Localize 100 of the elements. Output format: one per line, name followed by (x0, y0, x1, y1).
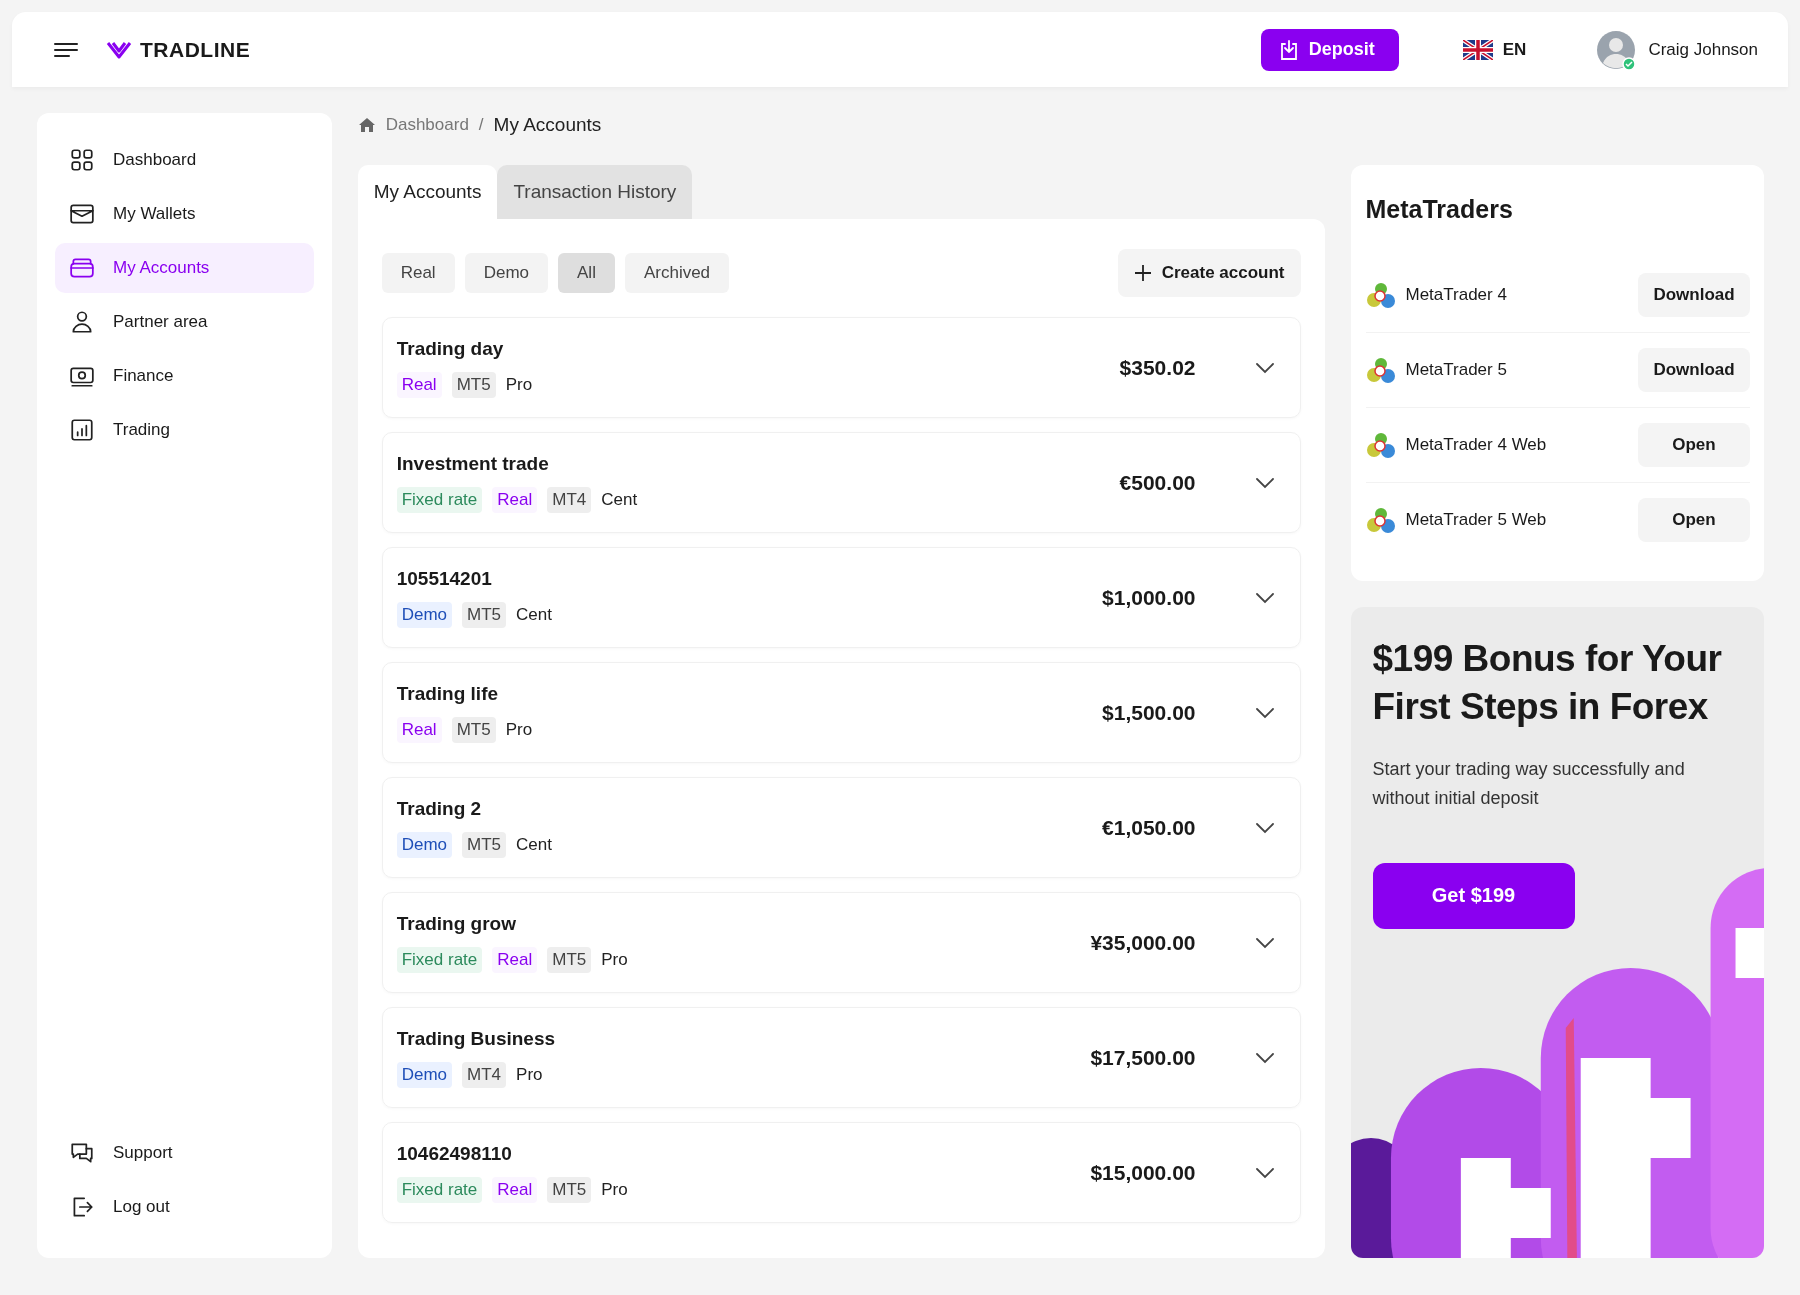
platform-name: MetaTrader 5 (1405, 360, 1507, 380)
wallet-icon (69, 201, 95, 227)
grid-icon (69, 147, 95, 173)
card-title: MetaTraders (1365, 195, 1514, 224)
avatar-icon[interactable] (1596, 29, 1637, 70)
filter-chip[interactable]: Archived (624, 253, 730, 293)
platform-name: MetaTrader 4 Web (1405, 435, 1547, 455)
menu-icon[interactable] (54, 41, 78, 58)
sidebar-item[interactable]: Trading (55, 405, 314, 455)
flag-icon[interactable] (1462, 39, 1493, 60)
mt-logo-icon (1365, 505, 1396, 535)
sidebar-item[interactable]: My Accounts (55, 243, 314, 293)
account-tag: Demo (396, 831, 453, 858)
platform-name: MetaTrader 4 (1405, 285, 1507, 305)
account-card[interactable]: Investment trade Fixed rate Real MT4 Cent €500.00 (381, 432, 1301, 533)
sidebar-item[interactable]: My Wallets (55, 189, 314, 239)
account-type: Pro (516, 1063, 543, 1086)
chat-icon (69, 1140, 95, 1166)
account-tag: MT5 (547, 946, 592, 973)
account-card[interactable]: Trading day Real MT5 Pro $350.02 (381, 317, 1301, 418)
logo-icon (106, 39, 132, 60)
account-name: Investment trade (396, 452, 550, 475)
breadcrumb-link[interactable]: Dashboard (385, 115, 469, 135)
download-icon (1278, 38, 1299, 61)
account-tag: Real (492, 486, 538, 513)
breadcrumb-separator: / (478, 115, 484, 135)
account-balance: €1,050.00 (1102, 815, 1196, 840)
account-tag: MT5 (462, 601, 507, 628)
promo-text: Start your trading way successfully and without initial deposit (1372, 758, 1686, 810)
filter-chip[interactable]: All (558, 253, 615, 293)
account-balance: $15,000.00 (1090, 1160, 1196, 1185)
account-tag: Real (396, 716, 442, 743)
platform-action-button[interactable]: Download (1638, 348, 1750, 392)
create-account-button[interactable]: Create account (1117, 249, 1301, 297)
account-balance: $350.02 (1119, 355, 1196, 380)
home-icon[interactable] (357, 116, 376, 134)
platform-action-button[interactable]: Download (1638, 273, 1750, 317)
account-card[interactable]: 10462498110 Fixed rate Real MT5 Pro $15,000.00 (381, 1122, 1301, 1223)
account-card[interactable]: Trading life Real MT5 Pro $1,500.00 (381, 662, 1301, 763)
account-type: Cent (601, 488, 638, 511)
account-name: 105514201 (396, 567, 493, 590)
account-tag: MT5 (451, 371, 496, 398)
bar-chart-icon (69, 417, 95, 443)
account-tag: Demo (396, 1061, 453, 1088)
account-name: Trading Business (396, 1027, 556, 1050)
get-bonus-button[interactable]: Get $199 (1372, 862, 1575, 929)
mt-logo-icon (1365, 280, 1396, 310)
breadcrumb-current: My Accounts (493, 114, 602, 136)
deposit-button[interactable]: Deposit (1260, 28, 1399, 71)
tab[interactable]: My Accounts (357, 165, 498, 219)
account-type: Pro (601, 948, 628, 971)
sidebar-item[interactable]: Finance (55, 351, 314, 401)
account-balance: $1,000.00 (1102, 585, 1196, 610)
mt-logo-icon (1365, 355, 1396, 385)
account-tag: MT4 (547, 486, 592, 513)
platform-name: MetaTrader 5 Web (1405, 510, 1547, 530)
account-tag: Demo (396, 601, 453, 628)
sidebar-item[interactable]: Dashboard (55, 135, 314, 185)
account-card[interactable]: Trading grow Fixed rate Real MT5 Pro ¥35,000.00 (381, 892, 1301, 993)
sidebar-item[interactable]: Log out (55, 1182, 314, 1232)
brand-name: TRADLINE (140, 37, 251, 62)
filter-chip[interactable]: Real (381, 253, 455, 293)
mt-logo-icon (1365, 430, 1396, 460)
language-label[interactable]: EN (1502, 39, 1527, 60)
user-name[interactable]: Craig Johnson (1648, 39, 1758, 60)
account-tag: Fixed rate (396, 486, 483, 513)
account-name: Trading 2 (396, 797, 483, 820)
account-tag: MT5 (451, 716, 496, 743)
account-name: Trading day (396, 337, 505, 360)
account-tag: MT5 (462, 831, 507, 858)
account-balance: €500.00 (1119, 470, 1196, 495)
account-tag: Fixed rate (396, 1176, 483, 1203)
account-name: Trading grow (396, 912, 517, 935)
platform-action-button[interactable]: Open (1638, 423, 1750, 467)
account-tag: Fixed rate (396, 946, 483, 973)
account-card[interactable]: Trading Business Demo MT4 Pro $17,500.00 (381, 1007, 1301, 1108)
sidebar-item[interactable]: Partner area (55, 297, 314, 347)
account-type: Pro (505, 373, 533, 396)
account-tag: MT4 (462, 1061, 507, 1088)
account-type: Cent (516, 833, 552, 856)
account-card[interactable]: 105514201 Demo MT5 Cent $1,000.00 (381, 547, 1301, 648)
wallet-icon (69, 255, 95, 281)
promo-title: $199 Bonus for Your First Steps in Forex (1372, 637, 1723, 730)
account-tag: MT5 (547, 1176, 592, 1203)
plus-icon (1133, 264, 1152, 282)
tab[interactable]: Transaction History (497, 165, 693, 219)
account-card[interactable]: Trading 2 Demo MT5 Cent €1,050.00 (381, 777, 1301, 878)
account-type: Cent (516, 603, 552, 626)
account-type: Pro (601, 1178, 628, 1201)
account-name: Trading life (396, 682, 500, 705)
platform-action-button[interactable]: Open (1638, 498, 1750, 542)
account-type: Pro (505, 718, 533, 741)
account-balance: $17,500.00 (1090, 1045, 1196, 1070)
account-balance: $1,500.00 (1102, 700, 1196, 725)
account-name: 10462498110 (396, 1142, 513, 1165)
filter-chip[interactable]: Demo (464, 253, 548, 293)
account-tag: Real (492, 946, 538, 973)
account-tag: Real (492, 1176, 538, 1203)
sidebar-item[interactable]: Support (55, 1128, 314, 1178)
account-tag: Real (396, 371, 442, 398)
